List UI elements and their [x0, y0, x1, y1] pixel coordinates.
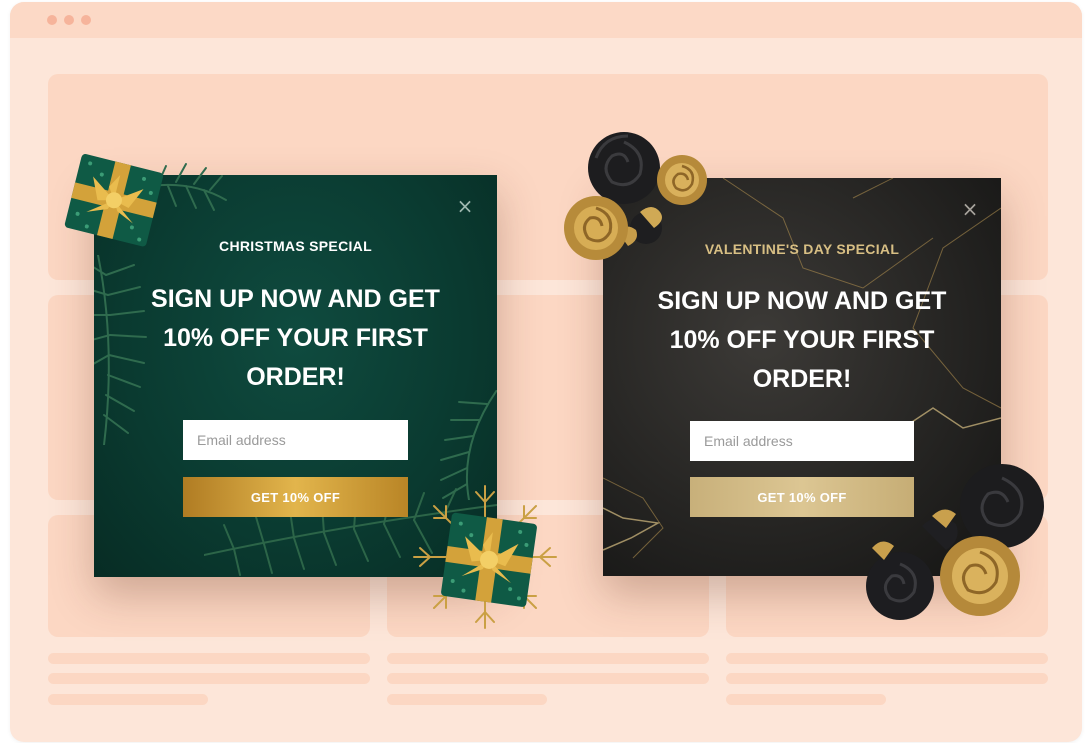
gift-box-icon — [441, 512, 537, 607]
headline-line: SIGN UP NOW AND GET — [657, 287, 947, 315]
gold-rose-icon — [564, 196, 628, 260]
placeholder-line — [726, 673, 1048, 684]
email-field[interactable] — [183, 420, 408, 460]
placeholder-line — [387, 653, 709, 664]
headline-line: 10% OFF YOUR FIRST — [163, 324, 428, 352]
placeholder-line — [726, 653, 1048, 664]
get-discount-button[interactable]: GET 10% OFF — [183, 477, 408, 517]
placeholder-line — [48, 653, 370, 664]
popup-headline: SIGN UP NOW AND GET 10% OFF YOUR FIRST O… — [94, 280, 497, 397]
window-titlebar — [10, 2, 1082, 38]
window-dot-icon[interactable] — [47, 15, 57, 25]
placeholder-line — [387, 673, 709, 684]
placeholder-line — [48, 694, 208, 705]
headline-line: ORDER! — [752, 365, 852, 393]
gold-rose-icon — [940, 536, 1020, 616]
close-icon[interactable]: × — [454, 195, 476, 217]
window-dot-icon[interactable] — [81, 15, 91, 25]
placeholder-line — [726, 694, 886, 705]
email-field[interactable] — [690, 421, 914, 461]
placeholder-line — [48, 673, 370, 684]
popup-headline: SIGN UP NOW AND GET 10% OFF YOUR FIRST O… — [603, 282, 1001, 399]
gift-box-icon — [64, 154, 227, 247]
headline-line: 10% OFF YOUR FIRST — [669, 326, 935, 354]
close-icon[interactable]: × — [959, 198, 981, 220]
window-dot-icon[interactable] — [64, 15, 74, 25]
placeholder-line — [387, 694, 547, 705]
headline-line: ORDER! — [246, 363, 345, 391]
gold-rose-icon — [657, 155, 707, 205]
headline-line: SIGN UP NOW AND GET — [151, 285, 440, 313]
